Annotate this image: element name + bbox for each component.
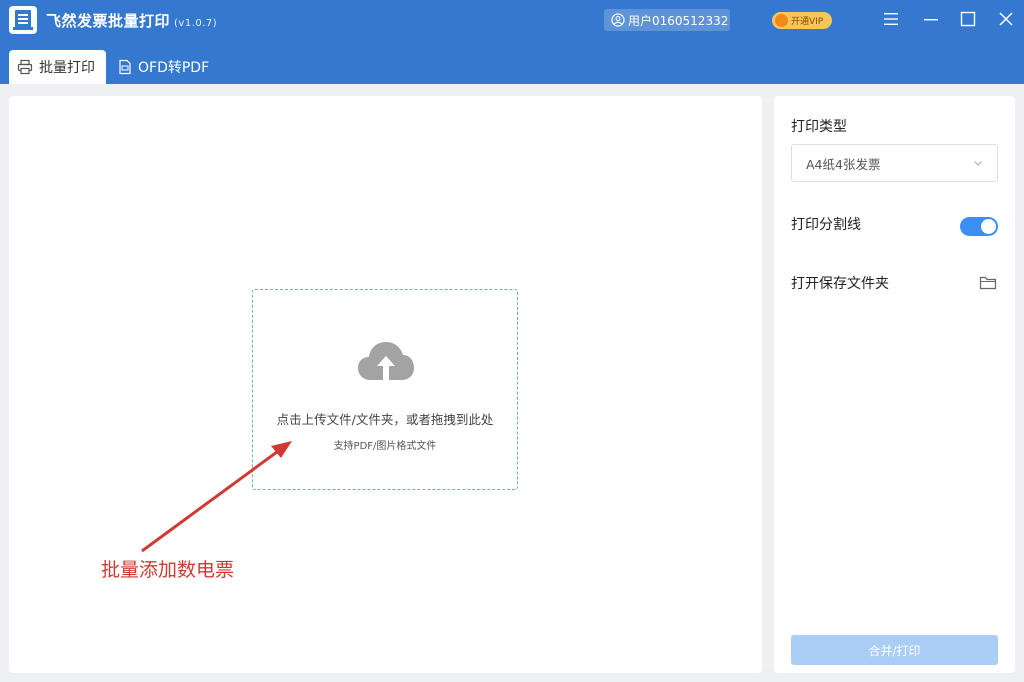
folder-icon[interactable] xyxy=(979,275,997,291)
vip-label: 开通VIP xyxy=(791,17,824,27)
user-icon xyxy=(611,13,625,27)
tab-label: 批量打印 xyxy=(39,60,95,76)
tab-label: OFD转PDF xyxy=(138,60,210,76)
annotation-arrow xyxy=(141,441,292,553)
title-bar: 飞然发票批量打印 (v1.0.7) 用户0160512332 开通VIP xyxy=(0,0,1024,40)
print-type-label: 打印类型 xyxy=(791,119,847,135)
app-version: (v1.0.7) xyxy=(174,18,218,29)
merge-print-label: 合并/打印 xyxy=(868,643,921,658)
document-icon xyxy=(119,59,131,75)
menu-icon[interactable] xyxy=(882,10,900,28)
print-type-value: A4纸4张发票 xyxy=(806,156,881,172)
divider-label: 打印分割线 xyxy=(791,217,861,233)
user-account-chip[interactable]: 用户0160512332 xyxy=(604,9,730,31)
tab-bar: 批量打印 OFD转PDF xyxy=(0,40,1024,84)
maximize-icon[interactable] xyxy=(959,10,977,28)
upload-panel: 点击上传文件/文件夹，或者拖拽到此处 支持PDF/图片格式文件 批量添加数电票 xyxy=(9,96,762,673)
printer-icon xyxy=(17,59,33,75)
minimize-icon[interactable] xyxy=(922,10,940,28)
divider-toggle[interactable] xyxy=(960,217,998,236)
user-label: 用户0160512332 xyxy=(628,13,729,28)
app-title-text: 飞然发票批量打印 xyxy=(46,12,171,30)
chevron-down-icon xyxy=(974,161,982,166)
toggle-knob xyxy=(981,219,996,234)
tab-ofd-to-pdf[interactable]: OFD转PDF xyxy=(110,50,220,84)
annotation-text: 批量添加数电票 xyxy=(101,559,235,581)
close-icon[interactable] xyxy=(997,10,1015,28)
tab-batch-print[interactable]: 批量打印 xyxy=(9,50,106,84)
vip-button[interactable]: 开通VIP xyxy=(772,12,832,29)
vip-gem-icon xyxy=(775,14,788,27)
merge-print-button[interactable]: 合并/打印 xyxy=(791,635,998,665)
app-title: 飞然发票批量打印 (v1.0.7) xyxy=(46,10,217,31)
print-type-select[interactable]: A4纸4张发票 xyxy=(791,144,998,182)
open-folder-label[interactable]: 打开保存文件夹 xyxy=(791,273,889,293)
invoice-logo-icon xyxy=(9,6,37,34)
settings-panel: 打印类型 A4纸4张发票 打印分割线 打开保存文件夹 合并/打印 xyxy=(774,96,1015,673)
